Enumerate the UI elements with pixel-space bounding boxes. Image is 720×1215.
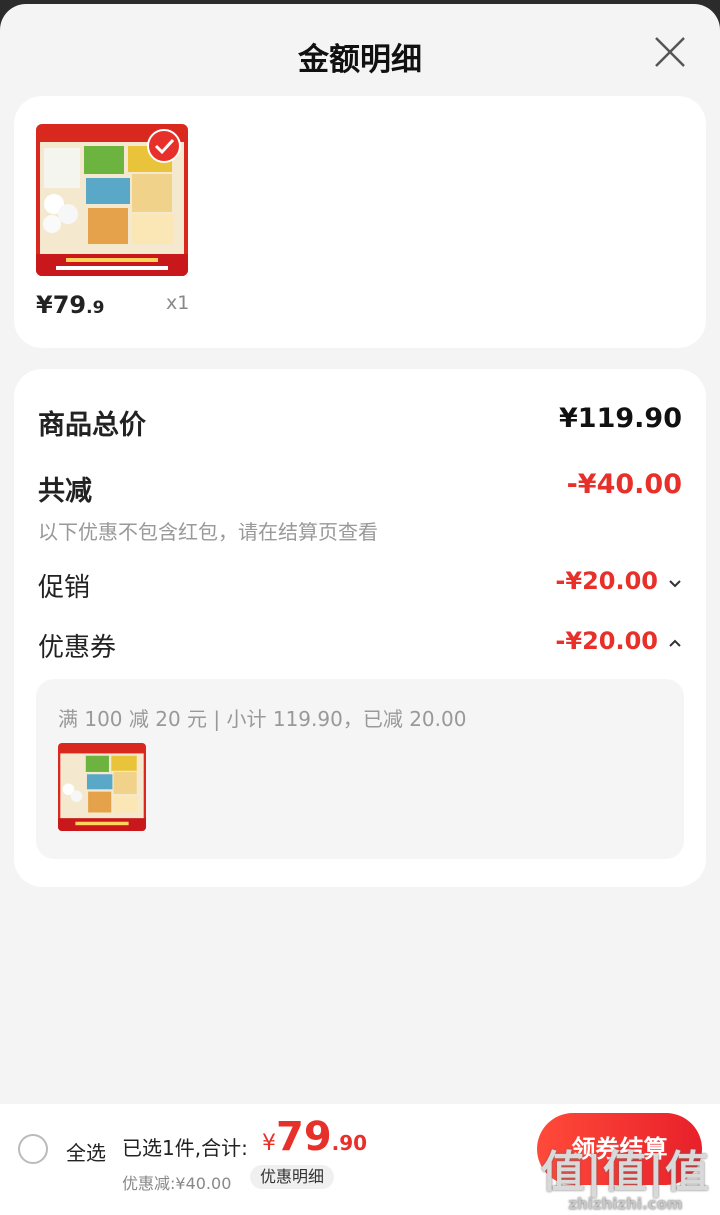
reduce-value: -¥40.00 [566,469,682,500]
product-price-dec: .9 [86,298,105,318]
promo-label: 促销 [38,573,91,603]
selected-summary: 已选1件,合计: [122,1136,248,1160]
total-price: ¥79.90 [262,1114,367,1160]
coupon-label: 优惠券 [38,633,117,663]
coupon-value: -¥20.00 [555,627,658,655]
promo-row[interactable]: 促销 -¥20.00 [38,567,682,607]
product-thumbnail[interactable] [36,124,188,276]
product-card: ¥79.9 x1 [14,96,706,348]
watermark: 值|值|值 zhizhizhi.com [540,1147,710,1214]
total-row: 商品总价 ¥119.90 [38,403,682,443]
product-price: ¥79.9 [36,291,104,319]
select-all-label[interactable]: 全选 [66,1137,106,1166]
total-value: ¥119.90 [559,403,682,434]
total-price-dec: .90 [331,1131,368,1155]
coupon-detail-text: 满 100 减 20 元 | 小计 119.90，已减 20.00 [58,707,467,731]
discount-detail-button[interactable]: 优惠明细 [250,1165,335,1189]
chevron-up-icon[interactable] [668,631,682,659]
coupon-row[interactable]: 优惠券 -¥20.00 [38,627,682,667]
price-breakdown-card: 商品总价 ¥119.90 共减 -¥40.00 以下优惠不包含红包，请在结算页查… [14,369,706,887]
reduce-row: 共减 -¥40.00 [38,469,682,509]
total-price-int: 79 [276,1114,332,1160]
coupon-detail-box: 满 100 减 20 元 | 小计 119.90，已减 20.00 [36,679,684,859]
product-price-int: ¥79 [36,291,87,319]
close-icon[interactable] [652,34,688,70]
chevron-down-icon[interactable] [668,571,682,599]
watermark-logo: 值|值|值 [540,1147,710,1198]
sheet-title: 金额明细 [298,42,422,78]
select-all-radio[interactable] [18,1134,48,1164]
discount-amount: 优惠减:¥40.00 [122,1174,232,1193]
promo-value: -¥20.00 [555,567,658,595]
discount-hint: 以下优惠不包含红包，请在结算页查看 [38,520,378,544]
product-qty: x1 [166,292,190,314]
total-label: 商品总价 [38,410,146,441]
checkout-bar: 全选 已选1件,合计: ¥79.90 优惠减:¥40.00 优惠明细 领券结算 … [0,1104,720,1215]
coupon-product-thumbnail [58,743,146,831]
reduce-label: 共减 [38,476,92,507]
total-price-symbol: ¥ [262,1131,276,1156]
amount-detail-sheet: 金额明细 ¥79.9 x1 商品总价 ¥119.90 共减 -¥40.00 以下… [0,4,720,1215]
